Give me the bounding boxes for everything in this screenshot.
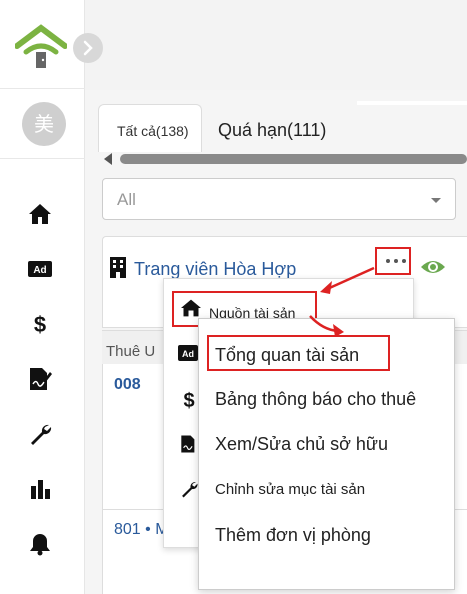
avatar[interactable]: 美 <box>22 102 66 146</box>
svg-text:$: $ <box>183 390 194 410</box>
svg-text:$: $ <box>34 312 46 337</box>
dollar-icon[interactable]: $ <box>179 388 199 412</box>
chevron-down-icon <box>431 198 441 203</box>
ad-icon[interactable]: Ad <box>178 345 198 365</box>
wrench-icon[interactable] <box>27 421 53 447</box>
sidebar-divider <box>0 158 85 159</box>
sidebar: 美 Ad $ <box>0 0 85 594</box>
home-icon[interactable] <box>27 201 53 227</box>
eye-icon[interactable] <box>420 257 446 277</box>
svg-text:Ad: Ad <box>33 265 46 276</box>
dollar-icon[interactable]: $ <box>27 311 53 337</box>
submenu-item-rental-board[interactable]: Bảng thông báo cho thuê <box>215 389 416 410</box>
submenu-item-add-room[interactable]: Thêm đơn vị phòng <box>215 525 371 546</box>
room-link[interactable]: 008 <box>114 376 141 394</box>
sidebar-divider <box>0 88 85 89</box>
sidebar-toggle-button[interactable] <box>73 33 103 63</box>
tab-all-label: Tất cả(138) <box>117 123 189 139</box>
chart-icon[interactable] <box>27 476 53 502</box>
filter-select[interactable]: All <box>102 178 456 220</box>
horizontal-scrollbar[interactable] <box>104 153 467 165</box>
logo-icon[interactable] <box>14 24 68 72</box>
scroll-left-arrow-icon[interactable] <box>104 153 112 165</box>
wrench-icon[interactable] <box>179 479 199 499</box>
scrollbar-thumb[interactable] <box>120 154 467 164</box>
bell-icon[interactable] <box>27 531 53 557</box>
building-icon <box>108 256 128 278</box>
submenu-item-edit-property[interactable]: Chỉnh sửa mục tài sản <box>215 481 365 498</box>
header-underline <box>357 101 467 105</box>
contract-icon[interactable] <box>179 433 199 453</box>
submenu-item-owner[interactable]: Xem/Sửa chủ sở hữu <box>215 434 388 455</box>
property-name-link[interactable]: Trang viên Hòa Hợp <box>134 259 296 280</box>
tab-overdue[interactable]: Quá hạn(111) <box>218 120 326 141</box>
top-bar <box>85 0 467 90</box>
annotation-highlight-box <box>207 335 390 371</box>
ad-icon[interactable]: Ad <box>27 256 53 282</box>
tab-all[interactable]: Tất cả(138) <box>98 104 202 152</box>
contract-icon[interactable] <box>27 366 53 392</box>
table-header-label: Thuê U <box>106 343 156 360</box>
annotation-highlight-box <box>375 247 411 275</box>
filter-select-value: All <box>117 190 136 209</box>
svg-text:Ad: Ad <box>182 349 194 359</box>
